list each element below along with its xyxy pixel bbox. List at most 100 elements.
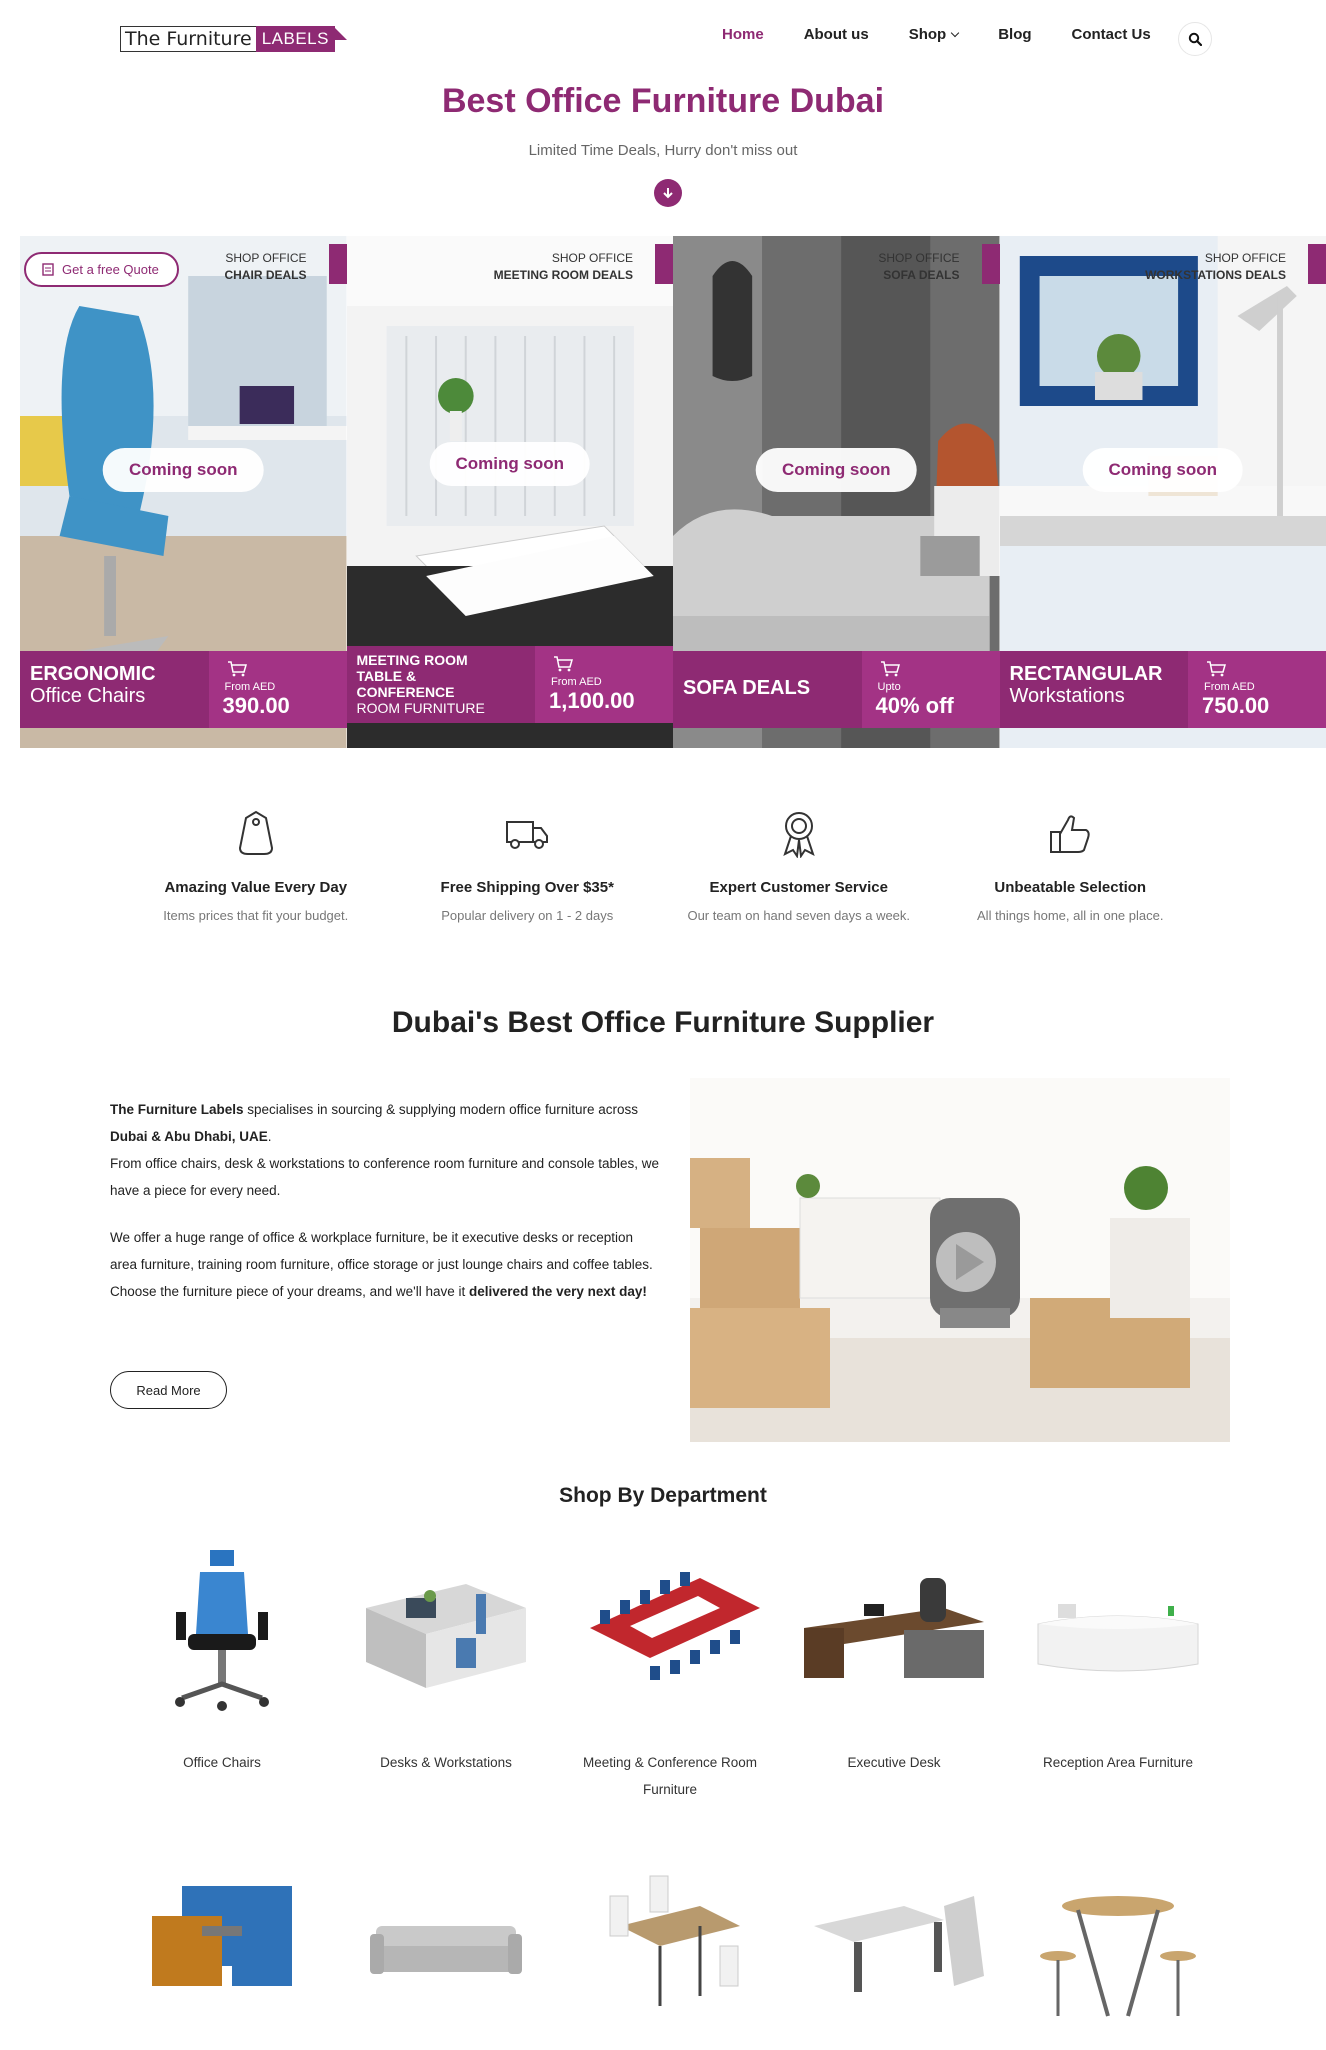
deal-card-chairs[interactable]: Get a free Quote SHOP OFFICE CHAIR DEALS… xyxy=(20,236,347,748)
deal-from: Upto xyxy=(877,681,901,693)
department-training-tables[interactable] xyxy=(782,1856,1006,2031)
thumbs-up-icon xyxy=(1050,815,1090,853)
page-title: Best Office Furniture Dubai xyxy=(441,82,885,120)
deal-card-workstations[interactable]: SHOP OFFICE WORKSTATIONS DEALS Coming so… xyxy=(999,236,1326,748)
deal-bar: RECTANGULAR Workstations From AED 750.00 xyxy=(999,651,1326,728)
conference-table-image xyxy=(590,1572,760,1680)
feature-description: Our team on hand seven days a week. xyxy=(687,908,911,923)
deal-name: ERGONOMIC Office Chairs xyxy=(30,663,210,707)
department-sofas[interactable] xyxy=(334,1856,558,2031)
deal-name-small: ROOM FURNITURE xyxy=(356,700,485,716)
feature-description: Popular delivery on 1 - 2 days xyxy=(441,908,614,923)
feature-title: Amazing Value Every Day xyxy=(164,879,348,896)
feature-title: Unbeatable Selection xyxy=(994,879,1147,896)
supplier-paragraph-1: The Furniture Labels specialises in sour… xyxy=(110,1096,660,1204)
nav-blog[interactable]: Blog xyxy=(998,26,1031,43)
department-reception-area[interactable]: Reception Area Furniture xyxy=(1006,1548,1230,1803)
department-desks-workstations[interactable]: Desks & Workstations xyxy=(334,1548,558,1803)
department-label: Executive Desk xyxy=(847,1755,941,1770)
scroll-down-button[interactable] xyxy=(654,179,682,207)
cart-icon xyxy=(227,661,247,677)
site-logo[interactable]: The Furniture LABELS xyxy=(120,24,347,54)
deal-shop-line: SHOP OFFICE xyxy=(225,251,307,265)
arrow-down-icon xyxy=(663,188,673,199)
deal-price: 1,100.00 xyxy=(549,688,635,713)
deal-bar: SOFA DEALS Upto 40% off xyxy=(673,651,1000,728)
department-label: Office Chairs xyxy=(183,1755,261,1770)
lounge-pods-image xyxy=(152,1886,292,1986)
feature-item: Unbeatable Selection All things home, al… xyxy=(935,810,1207,923)
page-subtitle: Limited Time Deals, Hurry don't miss out xyxy=(528,142,798,159)
deal-price: 750.00 xyxy=(1202,693,1270,718)
deal-category: MEETING ROOM DEALS xyxy=(493,268,633,282)
coming-soon-badge: Coming soon xyxy=(102,448,264,492)
nav-contact-us[interactable]: Contact Us xyxy=(1072,26,1151,43)
department-office-chairs[interactable]: Office Chairs xyxy=(110,1548,334,1803)
department-meeting-conference[interactable]: Meeting & Conference Room Furniture xyxy=(558,1548,782,1803)
department-label: Desks & Workstations xyxy=(380,1755,512,1770)
deal-accent-strip xyxy=(981,244,1000,284)
cart-icon xyxy=(554,656,573,672)
training-table-image xyxy=(814,1896,984,1992)
deal-price-box: Upto 40% off xyxy=(861,651,1000,728)
department-label: Reception Area Furniture xyxy=(1042,1755,1194,1770)
nav-shop[interactable]: Shop xyxy=(908,26,960,43)
logo-mark-icon xyxy=(332,26,347,40)
feature-description: All things home, all in one place. xyxy=(977,908,1164,923)
feature-title: Free Shipping Over $35* xyxy=(440,879,614,896)
deal-shop-line: SHOP OFFICE xyxy=(1204,251,1286,265)
supplier-heading: Dubai's Best Office Furniture Supplier xyxy=(391,1006,935,1039)
deal-name-big: ERGONOMIC xyxy=(30,663,156,685)
department-pods[interactable] xyxy=(110,1856,334,2031)
deals-section: Get a free Quote SHOP OFFICE CHAIR DEALS… xyxy=(20,236,1326,748)
nav-about-us[interactable]: About us xyxy=(804,26,869,43)
deal-shop-line: SHOP OFFICE xyxy=(878,251,960,265)
supplier-text: From office chairs, desk & workstations … xyxy=(110,1156,660,1198)
supplier-video[interactable] xyxy=(690,1078,1230,1442)
supplier-paragraph-2: We offer a huge range of office & workpl… xyxy=(110,1224,660,1305)
read-more-button[interactable]: Read More xyxy=(110,1371,227,1409)
delivery-highlight: delivered the very next day! xyxy=(469,1284,647,1299)
sofa-image xyxy=(370,1926,522,1974)
deal-shop-label: SHOP OFFICE MEETING ROOM DEALS xyxy=(494,250,633,284)
get-quote-button[interactable]: Get a free Quote xyxy=(24,252,179,287)
feature-item: Amazing Value Every Day Items prices tha… xyxy=(120,810,392,923)
deal-card-sofa[interactable]: SHOP OFFICE SOFA DEALS Coming soon SOFA … xyxy=(673,236,1000,748)
deal-price: 40% off xyxy=(875,693,954,718)
price-tag-icon xyxy=(238,810,273,855)
brand-name: The Furniture Labels xyxy=(110,1102,244,1117)
office-moving-photo xyxy=(690,1078,1230,1442)
deal-shop-label: SHOP OFFICE SOFA DEALS xyxy=(878,250,959,284)
department-bar-tables[interactable] xyxy=(1006,1856,1230,2031)
deal-from: From AED xyxy=(224,681,276,693)
deal-shop-label: SHOP OFFICE WORKSTATIONS DEALS xyxy=(1145,250,1286,284)
logo-box: LABELS xyxy=(255,26,335,52)
award-icon xyxy=(783,812,815,859)
deal-accent-strip xyxy=(1308,244,1326,284)
deal-name-small: Office Chairs xyxy=(30,685,146,707)
truck-icon xyxy=(506,821,549,849)
feature-description: Items prices that fit your budget. xyxy=(163,908,349,923)
logo-text: The Furniture xyxy=(120,26,256,52)
site-header: The Furniture LABELS Home About us Shop … xyxy=(0,0,1326,80)
deal-shop-label: SHOP OFFICE CHAIR DEALS xyxy=(224,250,306,284)
deal-price-box: From AED 750.00 xyxy=(1188,651,1326,728)
nav-home[interactable]: Home xyxy=(722,26,764,43)
deal-price-box: From AED 390.00 xyxy=(208,651,347,728)
deal-name-big: RECTANGULAR xyxy=(1009,663,1163,685)
department-label: Meeting & Conference Room Furniture xyxy=(582,1755,758,1797)
search-button[interactable] xyxy=(1178,22,1212,56)
department-cafe-tables[interactable] xyxy=(558,1856,782,2031)
supplier-text: specialises in sourcing & supplying mode… xyxy=(243,1102,638,1117)
features-row: Amazing Value Every Day Items prices tha… xyxy=(120,810,1206,923)
deal-card-meeting-room[interactable]: SHOP OFFICE MEETING ROOM DEALS Coming so… xyxy=(346,236,673,748)
workstation-image xyxy=(366,1584,526,1688)
department-executive-desk[interactable]: Executive Desk xyxy=(782,1548,1006,1803)
department-row xyxy=(110,1856,1230,2031)
deal-name: SOFA DEALS xyxy=(683,677,863,699)
deal-from: From AED xyxy=(551,676,602,688)
location-text: Dubai & Abu Dhabi, UAE xyxy=(110,1129,268,1144)
deal-category: SOFA DEALS xyxy=(883,268,960,282)
nav-shop-label: Shop xyxy=(908,26,947,43)
cart-icon xyxy=(1207,661,1226,677)
